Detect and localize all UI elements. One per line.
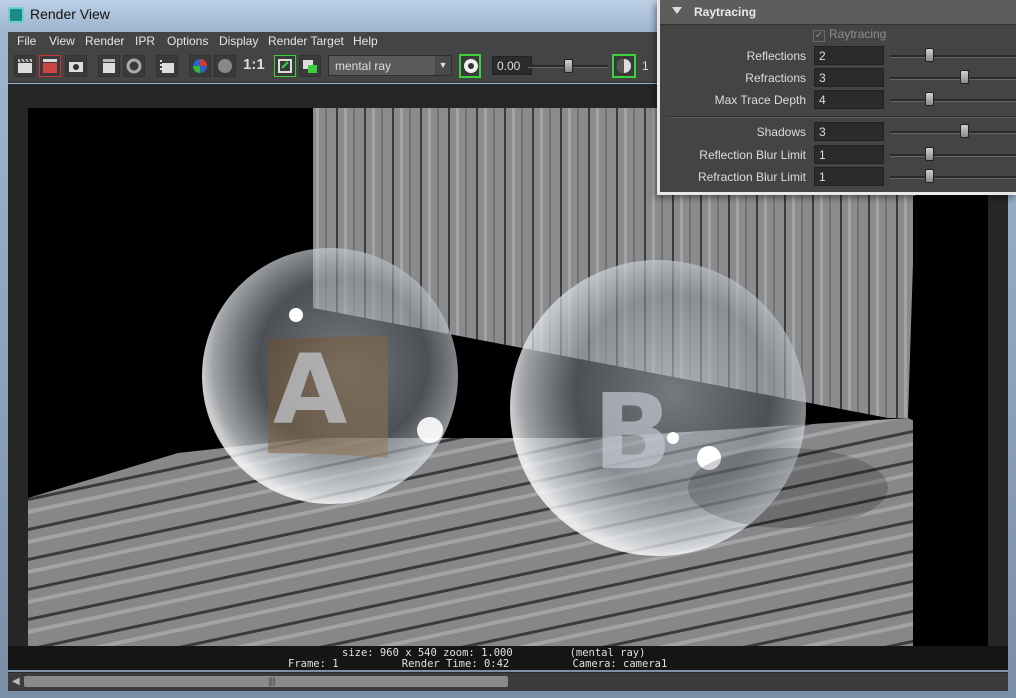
reflections-slider-thumb[interactable]	[925, 48, 935, 62]
reflections-field[interactable]: 2	[814, 46, 884, 65]
reflections-label: Reflections	[746, 49, 806, 63]
exposure-slider-thumb[interactable]	[564, 59, 573, 73]
chevron-down-icon: ▼	[435, 56, 451, 75]
sphere-letter-a: A	[273, 334, 347, 446]
snapshot-icon[interactable]	[65, 55, 87, 77]
renderer-value: mental ray	[335, 59, 392, 73]
raytracing-panel: Raytracing ✓ Raytracing Reflections 2 Ref…	[657, 0, 1016, 195]
gamma-icon[interactable]	[612, 54, 636, 78]
max-trace-depth-label: Max Trace Depth	[714, 93, 806, 107]
scroll-thumb[interactable]: |||||	[24, 676, 508, 687]
color-channel-icon[interactable]	[189, 55, 211, 77]
refraction-blur-limit-slider-track[interactable]	[890, 176, 1016, 179]
refractions-slider-track[interactable]	[890, 77, 1016, 80]
raytracing-checkbox-label: Raytracing	[829, 27, 887, 41]
grip-icon: |||||	[268, 676, 276, 686]
status-line-frame: Frame: 1 Render Time: 0:42 Camera: camer…	[288, 658, 668, 670]
collapse-arrow-icon[interactable]	[672, 7, 682, 14]
shadows-label: Shadows	[756, 125, 806, 139]
display-real-size-icon[interactable]: 1:1	[243, 56, 265, 73]
refraction-blur-limit-slider-thumb[interactable]	[925, 169, 935, 183]
max-trace-depth-slider-track[interactable]	[890, 99, 1016, 102]
menu-display[interactable]: Display	[219, 34, 258, 48]
menu-render-target[interactable]: Render Target	[268, 34, 344, 48]
menu-help[interactable]: Help	[353, 34, 378, 48]
exposure-field[interactable]: 0.00	[492, 56, 532, 75]
raytracing-section-header[interactable]: Raytracing	[660, 0, 1016, 25]
refractions-slider-thumb[interactable]	[960, 70, 970, 84]
exposure-icon[interactable]	[459, 54, 481, 78]
menu-view[interactable]: View	[49, 34, 75, 48]
shadows-field[interactable]: 3	[814, 122, 884, 141]
max-trace-depth-field[interactable]: 4	[814, 90, 884, 109]
reflection-blur-limit-slider-track[interactable]	[890, 154, 1016, 157]
checkmark-icon: ✓	[813, 30, 825, 42]
ipr-icon[interactable]	[98, 55, 120, 77]
shadows-slider-thumb[interactable]	[960, 124, 970, 138]
window-title: Render View	[30, 6, 110, 22]
refraction-blur-limit-field[interactable]: 1	[814, 167, 884, 186]
max-trace-depth-slider-thumb[interactable]	[925, 92, 935, 106]
reflection-blur-limit-slider-thumb[interactable]	[925, 147, 935, 161]
shadows-slider-track[interactable]	[890, 131, 1016, 134]
render-status-bar: size: 960 x 540 zoom: 1.000 (mental ray)…	[8, 646, 1008, 670]
menu-ipr[interactable]: IPR	[135, 34, 155, 48]
menu-render[interactable]: Render	[85, 34, 124, 48]
section-divider	[666, 116, 1016, 118]
horizontal-scrollbar[interactable]: ◀ |||||	[8, 672, 1008, 691]
menu-file[interactable]: File	[17, 34, 36, 48]
reflection-blur-limit-label: Reflection Blur Limit	[699, 148, 806, 162]
keep-image-icon[interactable]	[274, 55, 296, 77]
clapboard-icon[interactable]	[14, 55, 36, 77]
renderer-dropdown[interactable]: mental ray ▼	[328, 55, 452, 76]
reflections-slider-track[interactable]	[890, 55, 1016, 58]
remove-image-icon[interactable]	[299, 55, 321, 77]
raytracing-section-title: Raytracing	[694, 5, 757, 19]
refresh-icon[interactable]	[123, 55, 145, 77]
raytracing-checkbox[interactable]: ✓ Raytracing	[813, 27, 886, 42]
maya-app-icon	[8, 7, 24, 23]
reflection-blur-limit-field[interactable]: 1	[814, 145, 884, 164]
region-render-icon[interactable]	[156, 55, 178, 77]
menu-options[interactable]: Options	[167, 34, 208, 48]
gamma-field[interactable]: 1	[642, 59, 649, 73]
refractions-label: Refractions	[745, 71, 806, 85]
redo-render-icon[interactable]	[39, 55, 61, 77]
refraction-blur-limit-label: Refraction Blur Limit	[697, 170, 806, 184]
alpha-channel-icon[interactable]	[214, 55, 236, 77]
sphere-letter-b: B	[593, 371, 672, 493]
refractions-field[interactable]: 3	[814, 68, 884, 87]
scroll-left-icon[interactable]: ◀	[12, 676, 20, 687]
